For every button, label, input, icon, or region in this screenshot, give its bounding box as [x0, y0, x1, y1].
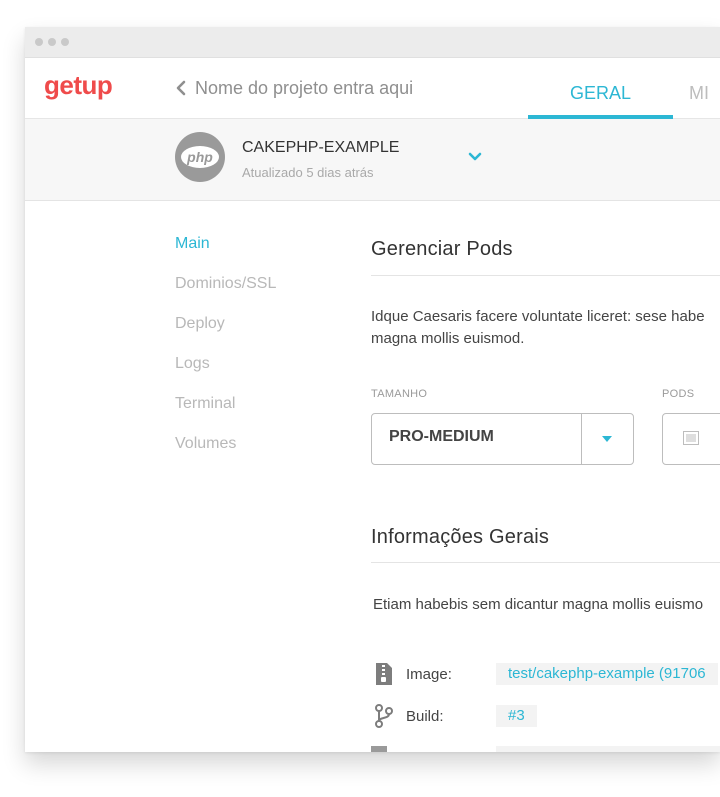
branch-icon [371, 703, 397, 729]
select-divider [581, 414, 582, 464]
window-dot [48, 38, 56, 46]
window-dot [35, 38, 43, 46]
tab-geral[interactable]: GERAL [528, 58, 673, 119]
barcode-icon [683, 431, 699, 445]
pods-label: PODS [662, 388, 695, 400]
sidebar-item-main[interactable]: Main [175, 233, 276, 273]
info-description: Etiam habebis sem dicantur magna mollis … [373, 596, 704, 613]
back-link-label: Nome do projeto entra aqui [195, 77, 414, 98]
project-dropdown-button[interactable] [467, 149, 483, 165]
pods-description-line1: Idque Caesaris facere voluntate liceret:… [371, 308, 705, 325]
info-row-build: Build: #3 [371, 703, 537, 729]
back-to-project-link[interactable]: Nome do projeto entra aqui [175, 76, 413, 100]
size-select-value: PRO-MEDIUM [389, 428, 494, 445]
zip-file-icon [371, 661, 397, 687]
php-logo-text: php [186, 149, 213, 165]
info-row-image: Image: test/cakephp-example (91706 [371, 661, 718, 687]
build-label: Build: [406, 707, 444, 725]
build-value-link[interactable]: #3 [496, 705, 537, 727]
partial-row-icon [371, 746, 387, 752]
sidebar-item-terminal[interactable]: Terminal [175, 393, 276, 433]
partial-row-value [496, 746, 720, 752]
size-select[interactable]: PRO-MEDIUM [371, 413, 634, 465]
pods-description-line2: magna mollis euismod. [371, 330, 525, 347]
sidebar-item-deploy[interactable]: Deploy [175, 313, 276, 353]
sidebar-item-volumes[interactable]: Volumes [175, 433, 276, 473]
caret-down-icon [602, 436, 612, 442]
getup-logo[interactable]: getup [44, 70, 113, 101]
section-title-info: Informações Gerais [371, 526, 550, 548]
sidebar-item-dominios-ssl[interactable]: Dominios/SSL [175, 273, 276, 313]
project-updated-time: Atualizado 5 dias atrás [242, 165, 374, 180]
chevron-down-icon [468, 152, 482, 161]
tab-mi[interactable]: MI [689, 58, 720, 118]
browser-window: getup Nome do projeto entra aqui GERAL M… [25, 27, 720, 752]
chevron-left-icon [176, 80, 186, 96]
size-label: TAMANHO [371, 388, 428, 400]
sidebar-nav: Main Dominios/SSL Deploy Logs Terminal V… [175, 233, 276, 473]
section-title-pods: Gerenciar Pods [371, 238, 513, 260]
php-logo-icon: php [175, 132, 225, 182]
image-label: Image: [406, 665, 452, 683]
window-chrome [25, 27, 720, 58]
project-selector-bar: php CAKEPHP-EXAMPLE Atualizado 5 dias at… [25, 119, 720, 201]
project-name: CAKEPHP-EXAMPLE [242, 139, 400, 156]
window-dot [61, 38, 69, 46]
top-navigation: getup Nome do projeto entra aqui GERAL M… [25, 58, 720, 119]
section-divider [371, 562, 720, 563]
sidebar-item-logs[interactable]: Logs [175, 353, 276, 393]
pods-count-input[interactable] [662, 413, 720, 465]
section-divider [371, 275, 720, 276]
image-value-link[interactable]: test/cakephp-example (91706 [496, 663, 718, 685]
